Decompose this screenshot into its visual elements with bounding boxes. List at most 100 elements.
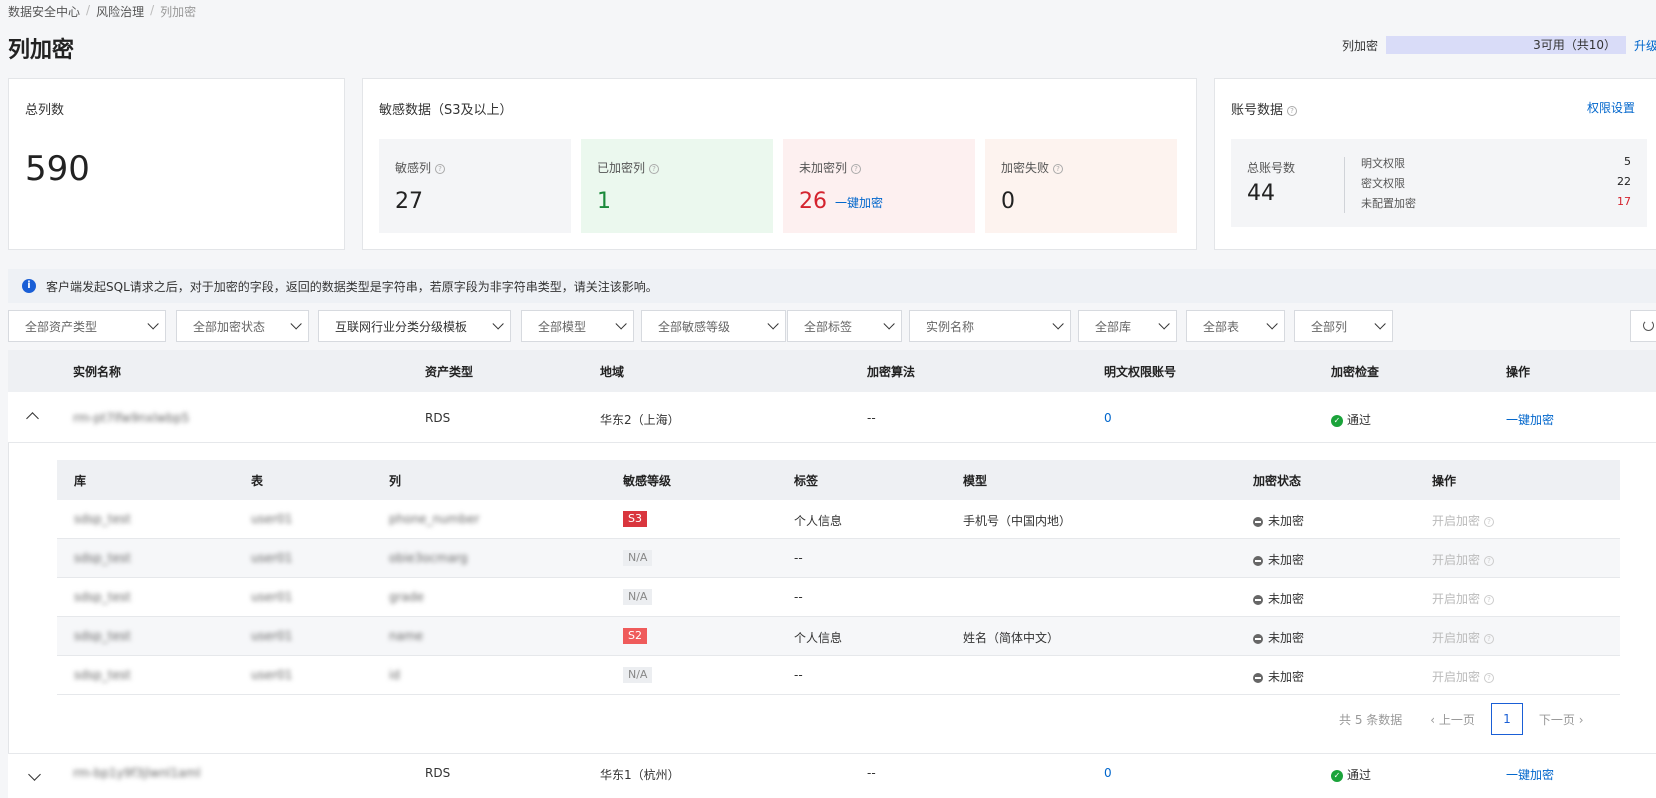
sensitive-stat-box: 已加密列? 1: [581, 139, 773, 233]
help-icon[interactable]: ?: [1053, 163, 1064, 174]
filter-dropdown[interactable]: 全部资产类型: [8, 310, 166, 342]
enable-encryption-button[interactable]: 开启加密?: [1432, 629, 1495, 646]
chevron-down-icon: [1266, 318, 1278, 330]
breadcrumb-item-data-security[interactable]: 数据安全中心: [8, 3, 80, 20]
filter-dropdown[interactable]: 全部模型: [521, 310, 634, 342]
chevron-down-icon: [147, 318, 159, 330]
filter-label: 全部表: [1203, 319, 1240, 334]
sensitivity-badge: N/A: [623, 667, 653, 683]
account-detail-row: 明文权限 5: [1361, 155, 1631, 171]
encryption-status-text: 未加密: [1268, 592, 1305, 606]
filter-dropdown[interactable]: 实例名称: [909, 310, 1071, 342]
filter-dropdown[interactable]: 全部加密状态: [176, 310, 309, 342]
filter-dropdown[interactable]: 互联网行业分类分级模板: [318, 310, 511, 342]
filter-dropdown[interactable]: 全部敏感等级: [641, 310, 786, 342]
table-name: user01: [251, 512, 293, 526]
plaintext-accounts-link[interactable]: 0: [1104, 411, 1112, 425]
table-name: user01: [251, 590, 293, 604]
enable-encryption-label: 开启加密: [1432, 592, 1481, 606]
page-number-button[interactable]: 1: [1490, 703, 1523, 735]
table-row: sdsp_test user01 grade N/A -- 未加密 开启加密?: [57, 578, 1620, 617]
permission-settings-link[interactable]: 权限设置: [1587, 99, 1635, 116]
help-icon[interactable]: ?: [435, 163, 446, 174]
stat-value: 27: [395, 189, 423, 214]
encryption-algorithm: --: [867, 411, 876, 425]
help-icon[interactable]: ?: [1484, 672, 1495, 683]
table-name: user01: [251, 629, 293, 643]
chevron-down-icon: [1052, 318, 1064, 330]
help-icon[interactable]: ?: [1287, 105, 1298, 116]
one-click-encrypt-button[interactable]: 一键加密: [1506, 766, 1554, 783]
sensitive-stat-box: 未加密列? 26 一键加密: [783, 139, 975, 233]
enable-encryption-label: 开启加密: [1432, 631, 1481, 645]
enable-encryption-button[interactable]: 开启加密?: [1432, 512, 1495, 529]
column-header: 敏感等级: [623, 474, 672, 488]
filter-label: 全部资产类型: [25, 319, 98, 334]
enable-encryption-label: 开启加密: [1432, 553, 1481, 567]
asset-type: RDS: [425, 766, 451, 780]
upgrade-link[interactable]: 升级: [1634, 37, 1656, 54]
plaintext-accounts-link[interactable]: 0: [1104, 766, 1112, 780]
column-table-header: 库 表 列 敏感等级 标签 模型 加密状态 操作: [57, 460, 1620, 500]
help-icon[interactable]: ?: [1484, 516, 1495, 527]
enable-encryption-button[interactable]: 开启加密?: [1432, 590, 1495, 607]
quota-bar: 3可用（共10）: [1386, 36, 1626, 54]
breadcrumb-item-risk[interactable]: 风险治理: [96, 3, 144, 20]
column-header: 地域: [600, 365, 625, 379]
instance-name[interactable]: rm-bp1y9f3jlwnl1aml: [73, 766, 201, 780]
chevron-down-icon: [767, 318, 779, 330]
column-header: 表: [251, 474, 264, 488]
filter-dropdown[interactable]: 全部列: [1294, 310, 1393, 342]
breadcrumb-separator: /: [150, 3, 155, 17]
table-row: sdsp_test user01 obie3ocmarg N/A -- 未加密 开启加密?: [57, 539, 1620, 578]
stat-value: 26 一键加密: [799, 189, 883, 214]
column-header: 加密状态: [1253, 474, 1302, 488]
help-icon[interactable]: ?: [851, 163, 862, 174]
next-page-button[interactable]: 下一页 ›: [1539, 711, 1584, 728]
account-detail-row: 密文权限 22: [1361, 175, 1631, 191]
enable-encryption-button[interactable]: 开启加密?: [1432, 668, 1495, 685]
table-row[interactable]: rm-pt7lfw9nxlwbp5 RDS 华东2（上海） -- 0 ✓ 通过 一键加密: [8, 392, 1656, 443]
minus-circle-icon: [1253, 555, 1263, 566]
filter-dropdown[interactable]: 全部标签: [787, 310, 902, 342]
encryption-status: 未加密: [1253, 668, 1304, 685]
sensitive-data-card: 敏感数据（S3及以上） 敏感列? 27 已加密列? 1 未加密列? 26 一键加密 加密失败?…: [362, 78, 1197, 250]
prev-page-button[interactable]: ‹ 上一页: [1430, 711, 1475, 728]
chevron-down-icon: [290, 318, 302, 330]
sensitivity-badge: N/A: [623, 550, 653, 566]
total-accounts-value: 44: [1247, 181, 1275, 206]
help-icon[interactable]: ?: [1484, 633, 1495, 644]
help-icon[interactable]: ?: [1484, 555, 1495, 566]
expand-icon[interactable]: [28, 768, 41, 781]
filter-label: 全部标签: [804, 319, 853, 334]
collapse-icon[interactable]: [26, 412, 39, 425]
filter-dropdown[interactable]: 全部库: [1078, 310, 1177, 342]
filter-label: 全部敏感等级: [658, 319, 731, 334]
stat-label: 敏感列?: [395, 159, 446, 176]
total-columns-card: 总列数 590: [8, 78, 345, 250]
one-click-encrypt-link[interactable]: 一键加密: [835, 196, 883, 210]
database-name: sdsp_test: [74, 512, 131, 526]
check-status: 通过: [1347, 413, 1372, 427]
help-icon[interactable]: ?: [1484, 594, 1495, 605]
column-header: 操作: [1506, 365, 1531, 379]
column-detail-panel: 库 表 列 敏感等级 标签 模型 加密状态 操作 sdsp_test user01 phone_n…: [8, 443, 1656, 753]
table-name: user01: [251, 668, 293, 682]
stat-label: 已加密列?: [597, 159, 660, 176]
enable-encryption-button[interactable]: 开启加密?: [1432, 551, 1495, 568]
one-click-encrypt-button[interactable]: 一键加密: [1506, 411, 1554, 428]
filter-label: 互联网行业分类分级模板: [335, 319, 468, 334]
account-detail-value: 5: [1624, 155, 1631, 168]
column-name: id: [389, 668, 400, 682]
refresh-button[interactable]: [1630, 310, 1656, 342]
pagination: 共 5 条数据 ‹ 上一页 1 下一页 ›: [1339, 703, 1584, 735]
account-detail-label: 明文权限: [1361, 157, 1405, 170]
help-icon[interactable]: ?: [649, 163, 660, 174]
table-row[interactable]: rm-bp1y9f3jlwnl1aml RDS 华东1（杭州） -- 0 ✓ 通过 一键加密: [8, 753, 1656, 798]
tag-label: --: [794, 551, 803, 565]
filter-dropdown[interactable]: 全部表: [1186, 310, 1285, 342]
instance-name[interactable]: rm-pt7lfw9nxlwbp5: [73, 411, 189, 425]
encryption-status-text: 未加密: [1268, 631, 1305, 645]
breadcrumb-item-current: 列加密: [160, 5, 197, 19]
stat-value-number: 1: [597, 189, 611, 214]
